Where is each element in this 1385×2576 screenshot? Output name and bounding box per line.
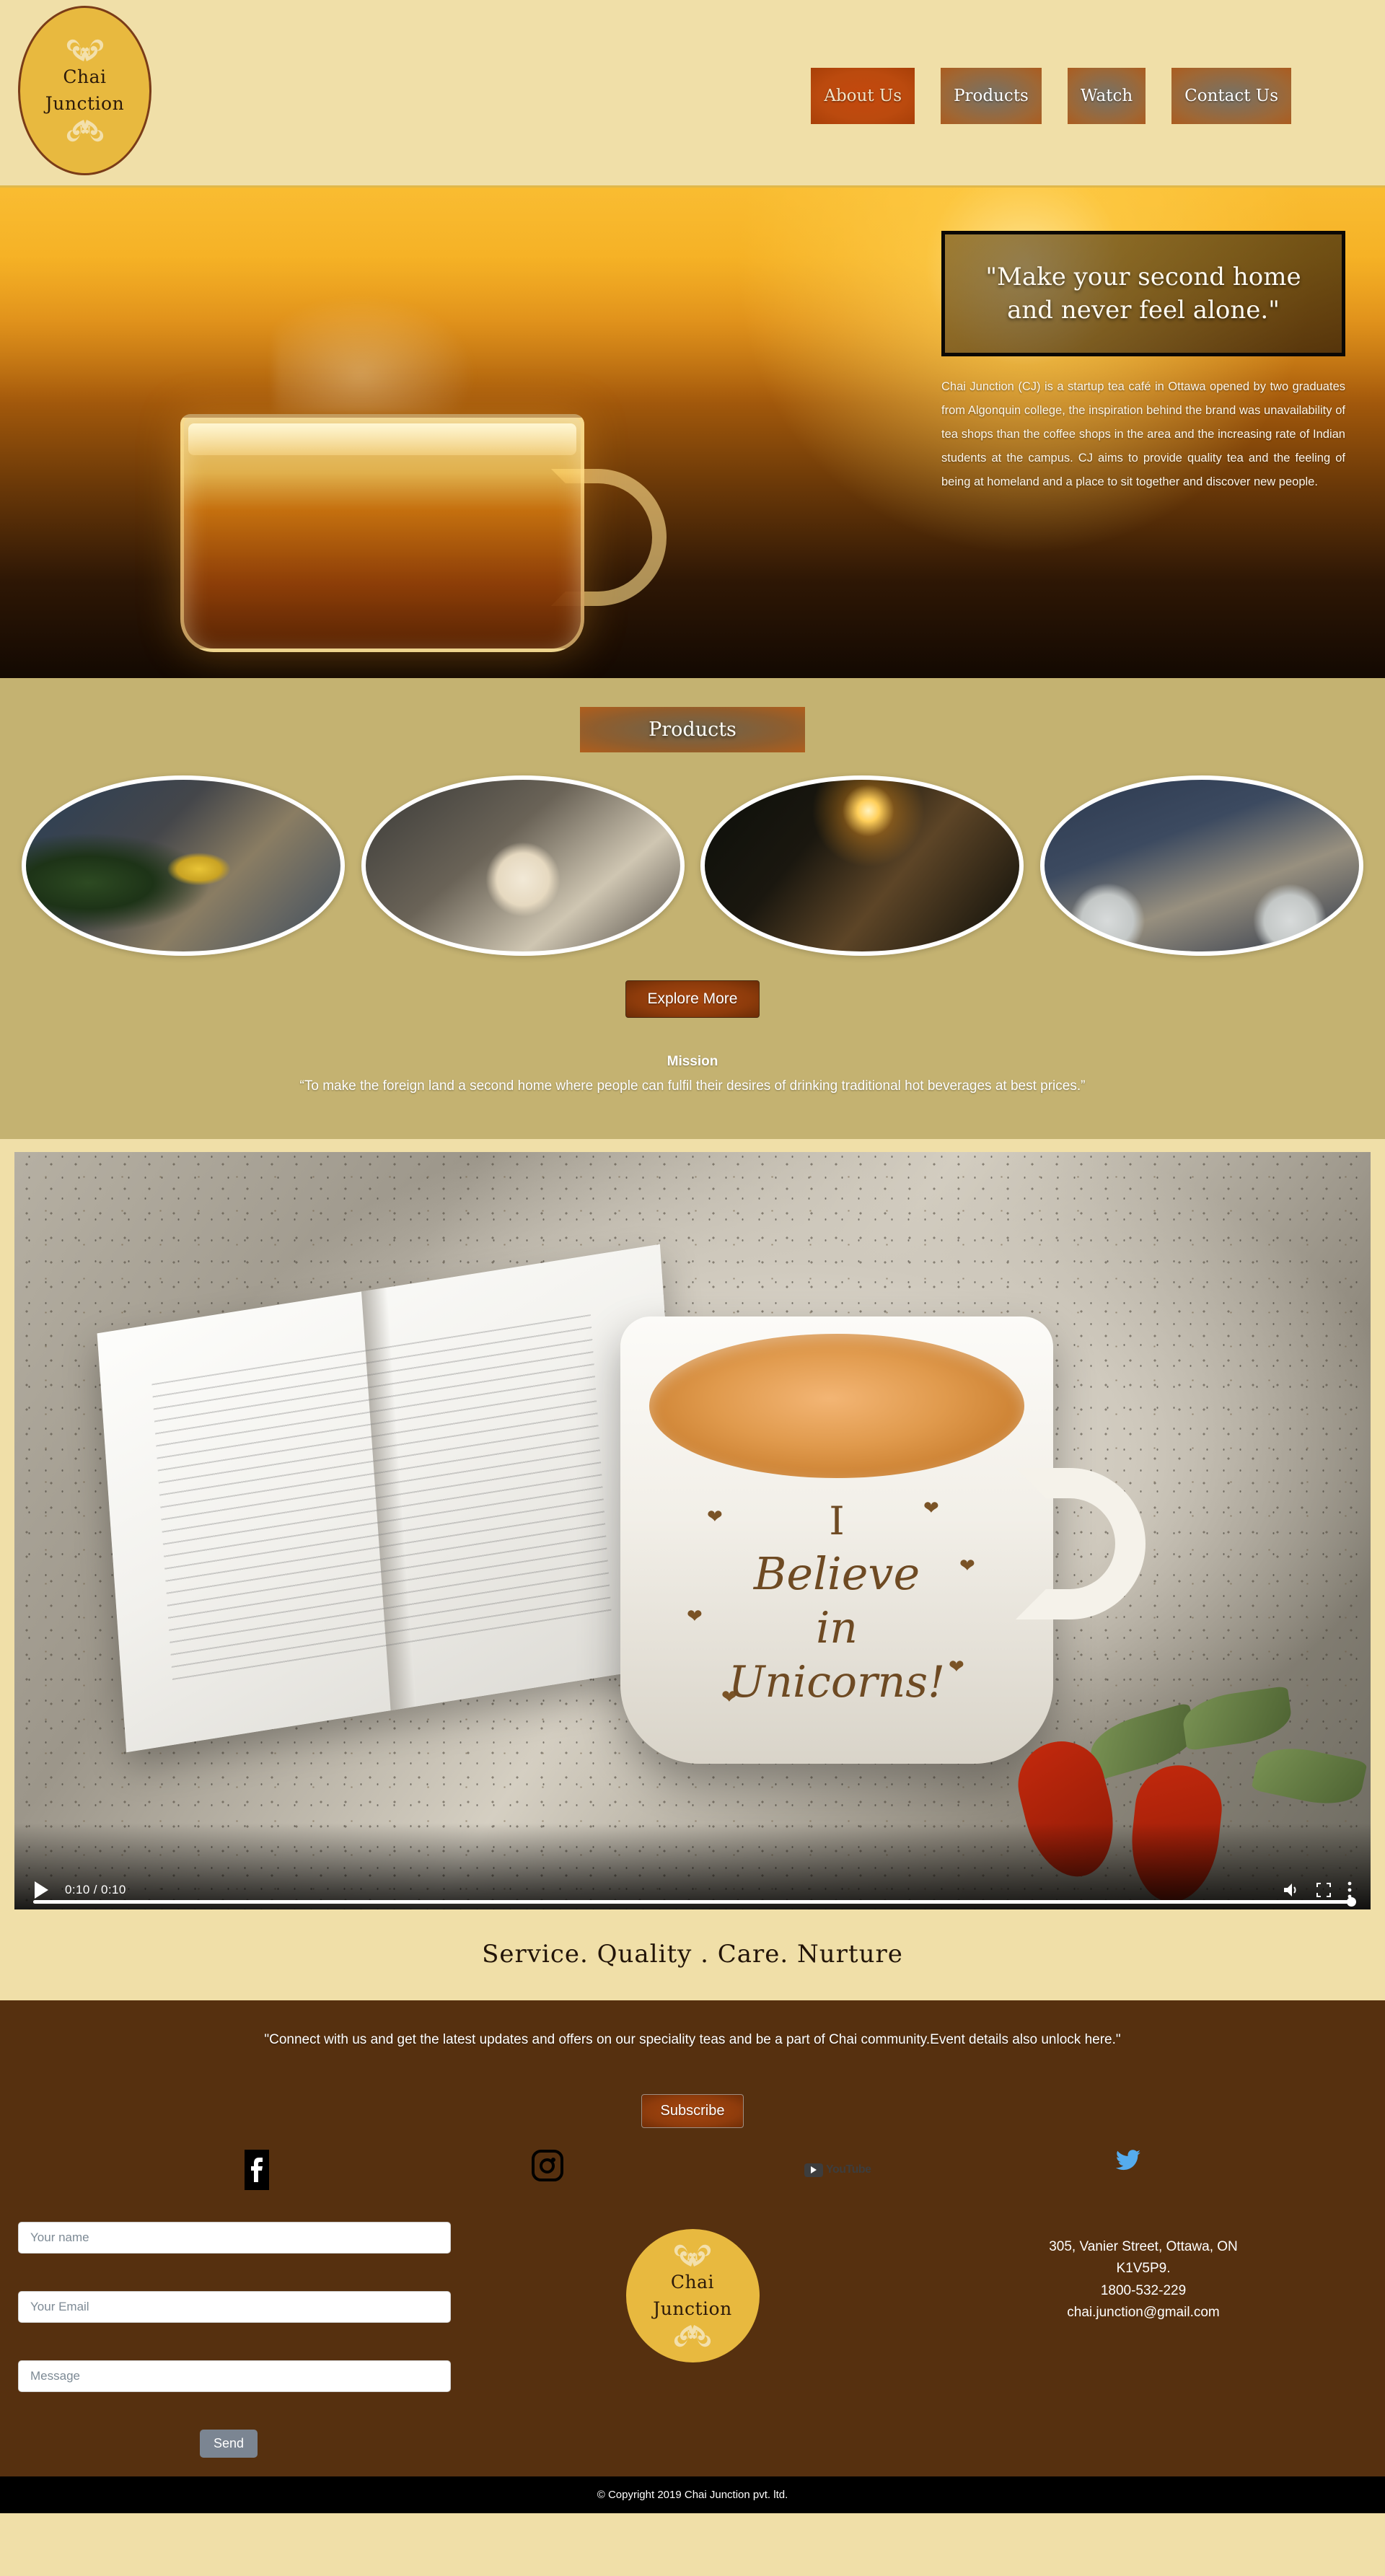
rose-leaf: [1251, 1740, 1368, 1812]
tagline-section: Service. Quality . Care. Nurture: [0, 1909, 1385, 2000]
footer-brand-logo-text: Chai Junction: [653, 2269, 731, 2322]
product-gallery: [0, 775, 1385, 956]
flourish-ornament-icon: [66, 40, 103, 62]
mug-text-line3: in: [816, 1603, 858, 1653]
product-image-chamomile-tea-cup[interactable]: [361, 775, 685, 956]
contact-email-input[interactable]: [18, 2291, 451, 2323]
social-links-row: YouTube: [0, 2150, 1385, 2190]
flourish-ornament-icon: [674, 2245, 711, 2267]
products-heading[interactable]: Products: [580, 707, 805, 752]
send-button[interactable]: Send: [200, 2430, 258, 2458]
social-link-youtube[interactable]: YouTube: [692, 2150, 983, 2190]
nav-item-products[interactable]: Products: [941, 68, 1042, 124]
mug-text-line2: Believe: [753, 1547, 920, 1600]
video-progress-fill: [33, 1897, 1356, 1907]
youtube-wordmark: YouTube: [825, 2163, 871, 2176]
nav-item-watch[interactable]: Watch: [1067, 68, 1146, 124]
products-section: Products Explore More Mission “To make t…: [0, 678, 1385, 1139]
youtube-triangle: [810, 2166, 817, 2173]
hero-quote: "Make your second home and never feel al…: [985, 263, 1301, 325]
nav-item-contact-us[interactable]: Contact Us: [1171, 68, 1291, 124]
flourish-ornament-icon: [66, 119, 103, 141]
video-progress-knob[interactable]: [1347, 1897, 1356, 1907]
nav-item-about-us[interactable]: About Us: [811, 68, 915, 124]
product-image-woman-drinking-tea-by-window[interactable]: [700, 775, 1024, 956]
copyright-text: © Copyright 2019 Chai Junction pvt. ltd.: [597, 2489, 788, 2501]
footer-logo-column: Chai Junction: [462, 2222, 923, 2362]
mission-title: Mission: [667, 1054, 718, 1069]
brand-name-line1: Chai: [63, 66, 107, 88]
tea-foam: [188, 423, 576, 455]
social-link-instagram[interactable]: [403, 2150, 693, 2190]
fullscreen-icon[interactable]: [1316, 1882, 1332, 1898]
video-time-display: 0:10 / 0:10: [65, 1883, 126, 1896]
instagram-icon: [531, 2150, 563, 2181]
steam-effect: [274, 284, 491, 414]
site-header: Chai Junction About Us Products Watch Co…: [0, 0, 1385, 188]
video-progress-bar[interactable]: [33, 1897, 1356, 1907]
video-section: ❤ ❤ ❤ ❤ ❤ ❤ I Believe in Unicorns! 0:10 …: [0, 1139, 1385, 1909]
book-spine: [361, 1287, 417, 1711]
video-controls-row: 0:10 / 0:10: [14, 1881, 1371, 1909]
subscribe-wrapper: Subscribe: [0, 2094, 1385, 2128]
contact-message-input[interactable]: [18, 2360, 451, 2392]
video-controls-bar: 0:10 / 0:10: [14, 1823, 1371, 1909]
footer-brand-name-line2: Junction: [653, 2298, 732, 2319]
address-line1: 305, Vanier Street, Ottawa, ON: [1049, 2239, 1238, 2254]
contact-name-input[interactable]: [18, 2222, 451, 2254]
play-icon[interactable]: [33, 1881, 49, 1899]
connect-message: "Connect with us and get the latest upda…: [264, 2032, 1121, 2047]
facebook-icon: [245, 2150, 270, 2190]
contact-form: Send: [14, 2222, 462, 2458]
mug-text-line1: I: [829, 1498, 845, 1544]
contact-phone[interactable]: 1800-532-229: [923, 2280, 1363, 2302]
contact-address-block: 305, Vanier Street, Ottawa, ON K1V5P9. 1…: [923, 2222, 1371, 2324]
brand-logo[interactable]: Chai Junction: [18, 6, 151, 175]
glass-body: [180, 414, 584, 652]
hero-description: Chai Junction (CJ) is a startup tea café…: [941, 380, 1345, 489]
footer-main-row: Send Chai Junction: [0, 2222, 1385, 2458]
hero-tea-glass-image: [180, 284, 678, 652]
more-options-icon[interactable]: [1347, 1881, 1352, 1899]
social-link-twitter[interactable]: [983, 2150, 1274, 2190]
main-navigation: About Us Products Watch Contact Us: [811, 68, 1291, 124]
youtube-icon: YouTube: [804, 2150, 871, 2190]
mission-block: Mission “To make the foreign land a seco…: [0, 1054, 1385, 1094]
hero-text-column: "Make your second home and never feel al…: [941, 231, 1345, 506]
address-line2: K1V5P9.: [1116, 2261, 1171, 2277]
mission-text: “To make the foreign land a second home …: [299, 1078, 1086, 1094]
video-player[interactable]: ❤ ❤ ❤ ❤ ❤ ❤ I Believe in Unicorns! 0:10 …: [14, 1152, 1371, 1909]
product-image-finest-tea-shop-ingredients[interactable]: [22, 775, 345, 956]
twitter-icon: [1115, 2150, 1140, 2190]
hero-section: "Make your second home and never feel al…: [0, 188, 1385, 678]
brand-name-line2: Junction: [45, 92, 125, 114]
volume-icon[interactable]: [1283, 1882, 1300, 1898]
brand-logo-text: Chai Junction: [45, 64, 124, 117]
instagram-dot: [551, 2158, 556, 2162]
product-image-friends-sharing-tea[interactable]: [1039, 775, 1363, 956]
contact-email[interactable]: chai.junction@gmail.com: [923, 2302, 1363, 2324]
explore-more-wrapper: Explore More: [0, 980, 1385, 1018]
tagline-text: Service. Quality . Care. Nurture: [482, 1940, 903, 1969]
site-footer: "Connect with us and get the latest upda…: [0, 2000, 1385, 2476]
rose-leaf: [1179, 1685, 1295, 1751]
youtube-play-badge: [804, 2163, 823, 2177]
flourish-ornament-icon: [674, 2324, 711, 2347]
social-link-facebook[interactable]: [112, 2150, 403, 2190]
footer-brand-logo[interactable]: Chai Junction: [625, 2229, 760, 2362]
copyright-bar: © Copyright 2019 Chai Junction pvt. ltd.: [0, 2476, 1385, 2513]
open-book-image: [97, 1244, 690, 1753]
subscribe-button[interactable]: Subscribe: [641, 2094, 744, 2128]
footer-brand-name-line1: Chai: [670, 2272, 715, 2293]
explore-more-button[interactable]: Explore More: [625, 980, 760, 1018]
hero-quote-box: "Make your second home and never feel al…: [941, 231, 1345, 357]
